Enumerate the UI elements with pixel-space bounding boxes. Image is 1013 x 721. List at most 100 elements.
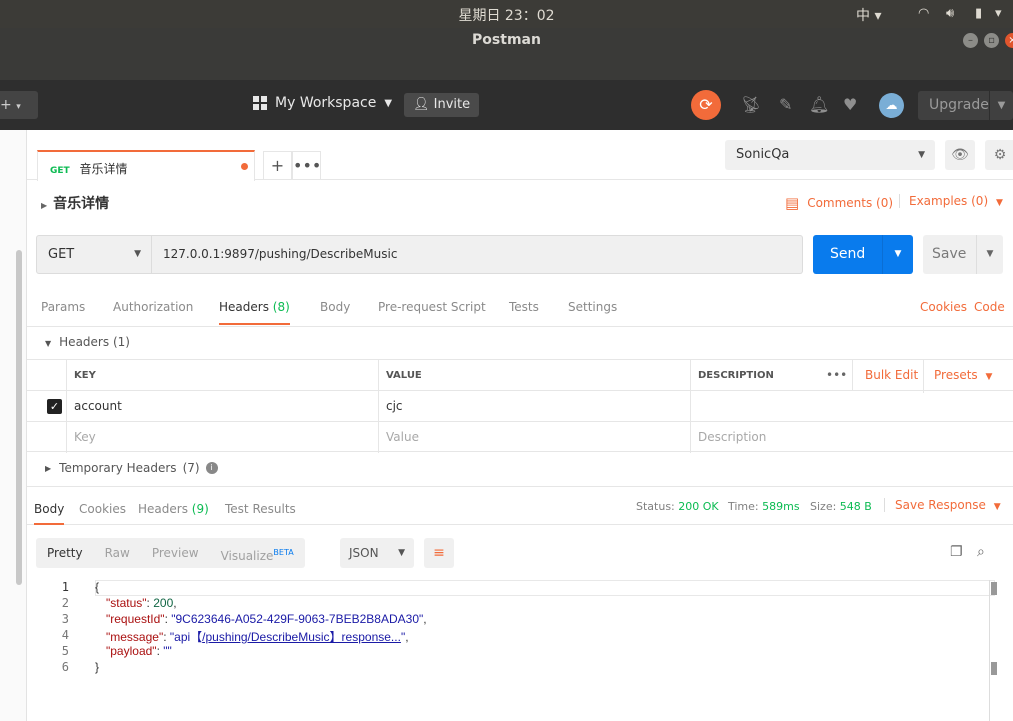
examples-dropdown[interactable]: Examples (0) ▼ xyxy=(899,194,1003,208)
status-value: 200 OK xyxy=(678,500,719,513)
tab-headers[interactable]: Headers (8) xyxy=(219,300,290,325)
avatar[interactable]: ☁ xyxy=(879,93,904,118)
response-tab-headers[interactable]: Headers (9) xyxy=(138,502,209,516)
cookies-link[interactable]: Cookies xyxy=(920,300,967,314)
chevron-down-icon: ▾ xyxy=(874,8,882,24)
chevron-down-icon[interactable]: ▼ xyxy=(976,235,1003,274)
tab-prerequest-script[interactable]: Pre-request Script xyxy=(378,300,486,314)
workspace-selector[interactable]: My Workspace ▼ xyxy=(253,95,392,111)
environment-selector[interactable]: SonicQa ▼ xyxy=(725,140,935,170)
new-value-input[interactable]: Value xyxy=(378,422,690,453)
tab-params[interactable]: Params xyxy=(41,300,85,314)
chevron-down-icon: ▼ xyxy=(985,372,993,382)
save-button[interactable]: Save ▼ xyxy=(923,235,1003,274)
code-line: { xyxy=(95,580,100,594)
request-name[interactable]: ▶ 音乐详情 xyxy=(41,193,109,213)
new-key-input[interactable]: Key xyxy=(66,422,378,453)
comments-link[interactable]: ▤ Comments (0) xyxy=(785,194,893,212)
time-label: Time: xyxy=(728,500,759,513)
request-tab[interactable]: GET 音乐详情 xyxy=(37,150,255,181)
new-button[interactable]: + ▾ xyxy=(0,91,38,119)
presets-dropdown[interactable]: Presets ▼ xyxy=(923,360,992,393)
format-visualize-button[interactable]: VisualizeBETA xyxy=(210,538,305,568)
language-select[interactable]: JSON ▼ xyxy=(340,538,414,568)
invite-button[interactable]: 👤︎ Invite xyxy=(404,93,480,117)
upgrade-button[interactable]: Upgrade ▼ xyxy=(918,91,1013,120)
header-value-cell[interactable]: cjc xyxy=(378,391,690,422)
tab-body[interactable]: Body xyxy=(320,300,350,314)
tab-authorization[interactable]: Authorization xyxy=(113,300,193,314)
copy-icon[interactable]: ❐ xyxy=(950,544,963,560)
headers-section-toggle[interactable]: ▼ Headers (1) xyxy=(45,335,130,349)
response-tab-body[interactable]: Body xyxy=(34,502,65,525)
response-body-editor[interactable]: 1 2 3 4 5 6 { "status": 200, "requestId"… xyxy=(27,580,1002,721)
temporary-headers-toggle[interactable]: ▶ Temporary Headers (7) i xyxy=(45,461,218,475)
comment-icon: ▤ xyxy=(785,194,800,212)
code-line: "payload": "" xyxy=(106,644,172,658)
chevron-down-icon[interactable]: ▼ xyxy=(989,91,1013,120)
editor-scrollbar[interactable] xyxy=(989,580,997,721)
header-description-cell[interactable] xyxy=(690,391,1013,422)
gear-icon: ⚙ xyxy=(993,147,1007,163)
tab-tests[interactable]: Tests xyxy=(509,300,539,314)
heart-icon[interactable]: ♥ xyxy=(843,95,857,114)
json-value: "api【 xyxy=(169,630,203,644)
header-enabled-checkbox[interactable]: ✓ xyxy=(47,399,62,414)
json-value: 200 xyxy=(153,596,174,610)
format-pretty-button[interactable]: Pretty xyxy=(36,538,94,568)
maximize-button[interactable]: ▫ xyxy=(984,33,999,48)
satellite-icon[interactable]: 📡︎ xyxy=(741,95,761,114)
format-raw-button[interactable]: Raw xyxy=(94,538,141,568)
language-value: JSON xyxy=(349,546,379,560)
search-icon[interactable]: ⌕ xyxy=(977,544,985,560)
battery-icon[interactable]: ▮ xyxy=(975,6,982,21)
headers-table-header: KEY VALUE DESCRIPTION ••• Bulk Edit Pres… xyxy=(27,359,1013,393)
json-link[interactable]: /pushing/DescribeMusic】response... xyxy=(202,630,401,644)
wrap-lines-button[interactable]: ≡ xyxy=(424,538,454,568)
wifi-icon[interactable]: ◠ xyxy=(918,6,929,21)
new-tab-button[interactable]: + xyxy=(263,151,292,180)
sync-button[interactable]: ⟳ xyxy=(691,90,721,120)
bell-icon[interactable]: 🔔︎ xyxy=(809,95,829,114)
more-icon[interactable]: ••• xyxy=(826,360,847,391)
format-preview-button[interactable]: Preview xyxy=(141,538,210,568)
sidebar-scrollbar[interactable] xyxy=(16,250,22,585)
environment-quick-look-button[interactable]: 👁︎ xyxy=(945,140,975,170)
tab-options-button[interactable]: ••• xyxy=(292,151,321,180)
new-description-input[interactable]: Description xyxy=(690,422,1013,453)
info-icon[interactable]: i xyxy=(205,462,218,474)
examples-label: Examples (0) xyxy=(909,194,989,208)
current-line-highlight xyxy=(95,580,995,596)
input-method-indicator[interactable]: 中 ▾ xyxy=(856,5,881,25)
environment-settings-button[interactable]: ⚙ xyxy=(985,140,1013,170)
chevron-down-icon[interactable]: ▼ xyxy=(882,235,913,274)
header-key-cell[interactable]: account xyxy=(66,391,378,422)
response-tab-test-results[interactable]: Test Results xyxy=(225,502,296,516)
format-toggle-group: Pretty Raw Preview VisualizeBETA xyxy=(36,538,305,568)
minimize-button[interactable]: – xyxy=(963,33,978,48)
method-select[interactable]: GET ▼ xyxy=(36,235,152,274)
scroll-thumb[interactable] xyxy=(991,662,997,675)
tab-settings[interactable]: Settings xyxy=(568,300,617,314)
save-response-dropdown[interactable]: Save Response ▼ xyxy=(884,498,1001,512)
presets-label: Presets xyxy=(934,368,978,382)
headers-section-count: (1) xyxy=(112,335,130,349)
interceptor-icon[interactable]: ✎ xyxy=(779,95,792,114)
url-input[interactable]: 127.0.0.1:9897/pushing/DescribeMusic xyxy=(152,235,803,274)
scroll-thumb[interactable] xyxy=(991,582,997,595)
window-title-bar: Postman – ▫ × xyxy=(0,28,1013,80)
code-link[interactable]: Code xyxy=(974,300,1005,314)
response-tab-cookies[interactable]: Cookies xyxy=(79,502,126,516)
response-headers-count: (9) xyxy=(191,502,209,516)
code-line: "requestId": "9C623646-A052-429F-9063-7B… xyxy=(106,612,427,626)
bulk-edit-link[interactable]: Bulk Edit xyxy=(852,360,918,391)
response-panel: Body Cookies Headers (9) Test Results St… xyxy=(27,486,1013,721)
postman-window: 星期日 23：02 中 ▾ ◠ 🔊︎ ▮ ▾ Postman – ▫ × + ▾… xyxy=(0,0,1013,721)
workspace-grid-icon xyxy=(253,96,267,110)
close-button[interactable]: × xyxy=(1005,33,1013,48)
json-value: "" xyxy=(163,644,172,658)
chevron-down-icon[interactable]: ▾ xyxy=(995,6,1002,21)
send-button[interactable]: Send ▼ xyxy=(813,235,913,274)
sync-icon: ⟳ xyxy=(699,95,713,114)
volume-icon[interactable]: 🔊︎ xyxy=(946,6,954,21)
